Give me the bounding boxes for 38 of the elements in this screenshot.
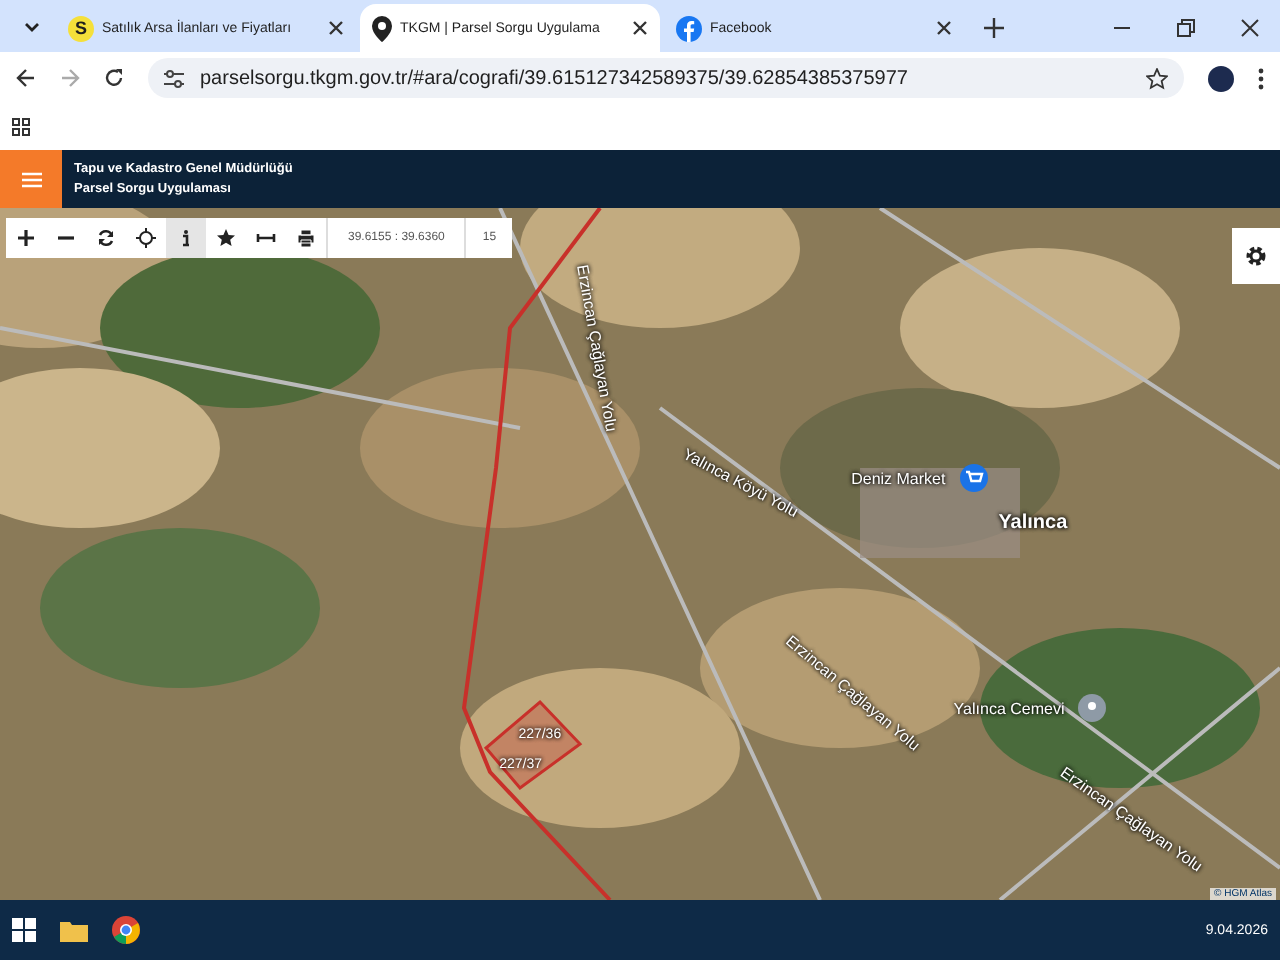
more-menu-icon[interactable] — [1258, 67, 1264, 89]
close-icon[interactable] — [328, 20, 344, 36]
poi-label: Yalınca Cemevi — [953, 699, 1065, 718]
shopping-cart-marker-icon[interactable] — [959, 464, 988, 493]
road-label: Erzincan Çağlayan Yolu — [573, 263, 621, 434]
close-icon[interactable] — [936, 20, 952, 36]
menu-button[interactable] — [0, 150, 62, 208]
ruler-icon — [256, 228, 276, 248]
new-tab-icon[interactable] — [984, 18, 1004, 38]
menu-icon — [21, 171, 41, 187]
poi-label: Deniz Market — [851, 470, 946, 489]
location-pin-icon — [372, 15, 392, 41]
restore-icon[interactable] — [1176, 18, 1196, 38]
folder-icon[interactable] — [60, 919, 88, 941]
bookmark-star-icon[interactable] — [1146, 67, 1168, 89]
windows-start-icon[interactable] — [12, 918, 36, 942]
info-button[interactable] — [166, 218, 206, 258]
profile-avatar-icon[interactable] — [1208, 65, 1234, 91]
site-settings-icon[interactable] — [164, 69, 184, 87]
browser-app-icon[interactable] — [112, 916, 140, 944]
reload-icon[interactable] — [104, 68, 124, 88]
chevron-down-icon — [24, 22, 40, 34]
printer-icon — [296, 228, 316, 248]
plus-icon — [16, 228, 36, 248]
back-icon[interactable] — [16, 68, 36, 88]
address-bar[interactable]: parselsorgu.tkgm.gov.tr/#ara/cografi/39.615127342589375/39.62854385375977 — [148, 58, 1184, 98]
crosshair-icon — [136, 228, 156, 248]
site-logo-icon: S — [68, 15, 94, 41]
close-icon[interactable] — [1240, 18, 1260, 38]
place-label: Yalınca — [998, 512, 1068, 535]
gear-icon — [1244, 244, 1268, 268]
facebook-logo-icon — [676, 15, 702, 41]
refresh-icon — [96, 228, 116, 248]
star-icon — [216, 228, 236, 248]
settings-button[interactable] — [1232, 228, 1280, 284]
location-marker-icon[interactable] — [1077, 693, 1106, 722]
apps-grid-icon[interactable] — [12, 118, 30, 136]
close-icon[interactable] — [632, 20, 648, 36]
